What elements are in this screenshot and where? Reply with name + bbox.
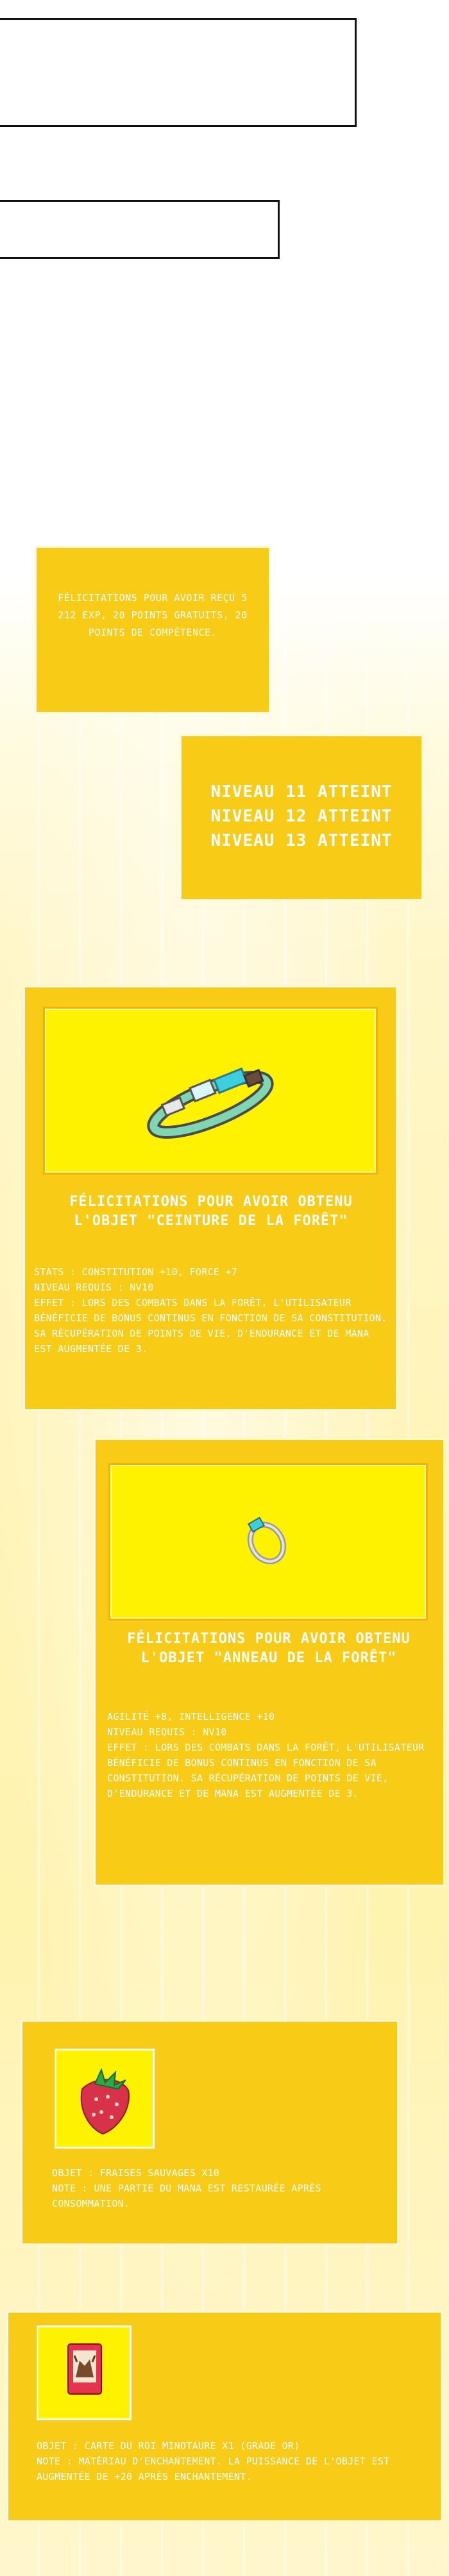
item-stats: Agilité +8, Intelligence +10 xyxy=(107,1711,275,1722)
item-notification-belt: Félicitations pour avoir obtenu l'objet … xyxy=(23,986,398,1411)
item-description: Stats : Constitution +10, Force +7 Nivea… xyxy=(34,1264,391,1357)
item-thumbnail xyxy=(55,2049,155,2149)
reward-message: Félicitations pour avoir reçu 5 212 EXP,… xyxy=(58,592,248,638)
item-level-required: Niveau requis : Nv10 xyxy=(34,1282,154,1293)
item-stats: Stats : Constitution +10, Force +7 xyxy=(34,1266,238,1278)
item-image xyxy=(43,1007,378,1175)
item-name: Objet : Fraises sauvages x10 xyxy=(52,2167,220,2179)
level-line: Niveau 11 atteint xyxy=(210,782,393,802)
card-icon xyxy=(67,2343,102,2395)
item-note: Note : Matériau d'enchantement. La puiss… xyxy=(37,2456,390,2482)
speech-bubble xyxy=(0,18,357,127)
level-line: Niveau 12 atteint xyxy=(210,807,393,826)
belt-icon xyxy=(147,1067,274,1139)
item-title: Félicitations pour avoir obtenu l'objet … xyxy=(127,1631,411,1666)
item-description: Objet : Carte du Roi Minotaure x1 (Grade… xyxy=(37,2438,434,2484)
consumable-notification-card: Objet : Carte du Roi Minotaure x1 (Grade… xyxy=(6,2311,443,2522)
consumable-notification-strawberries: Objet : Fraises sauvages x10 Note : Une … xyxy=(21,2020,399,2245)
item-title: Félicitations pour avoir obtenu l'objet … xyxy=(69,1194,353,1229)
level-line: Niveau 13 atteint xyxy=(210,831,393,850)
reward-notification: Félicitations pour avoir reçu 5 212 EXP,… xyxy=(35,546,271,714)
item-description: Agilité +8, Intelligence +10 Niveau requ… xyxy=(107,1709,436,1801)
level-notification: Niveau 11 atteint Niveau 12 atteint Nive… xyxy=(180,734,423,901)
item-description: Objet : Fraises sauvages x10 Note : Une … xyxy=(52,2165,385,2211)
item-effect: Effet : Lors des combats dans la forêt, … xyxy=(107,1742,425,1799)
item-notification-ring: Félicitations pour avoir obtenu l'objet … xyxy=(94,1438,445,1887)
ring-icon xyxy=(247,1516,287,1565)
strawberry-icon xyxy=(80,2068,130,2135)
item-note: Note : Une partie du mana est restaurée … xyxy=(52,2183,321,2209)
item-effect: Effet : Lors des combats dans la forêt, … xyxy=(34,1297,387,1355)
item-image xyxy=(108,1463,428,1621)
speech-bubble xyxy=(0,200,280,259)
item-name: Objet : Carte du Roi Minotaure x1 (Grade… xyxy=(37,2440,300,2452)
item-thumbnail xyxy=(37,2325,131,2420)
item-level-required: Niveau requis : Nv10 xyxy=(107,1726,227,1738)
